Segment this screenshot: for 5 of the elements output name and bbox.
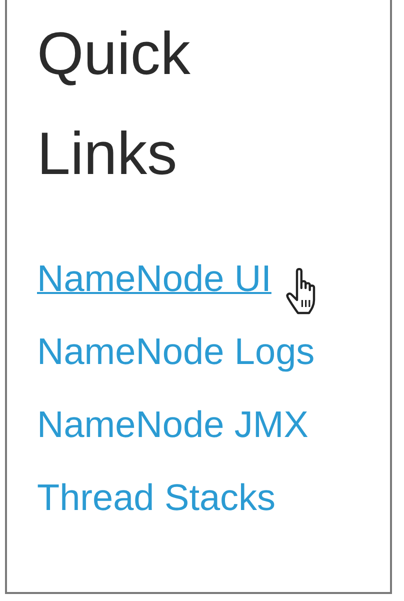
quick-link[interactable]: NameNode Logs <box>37 329 315 375</box>
quick-link[interactable]: NameNode JMX <box>37 402 308 448</box>
quick-link[interactable]: NameNode UI <box>37 256 272 302</box>
panel-title: Quick Links <box>37 19 192 189</box>
quick-link[interactable]: Thread Stacks <box>37 475 276 521</box>
